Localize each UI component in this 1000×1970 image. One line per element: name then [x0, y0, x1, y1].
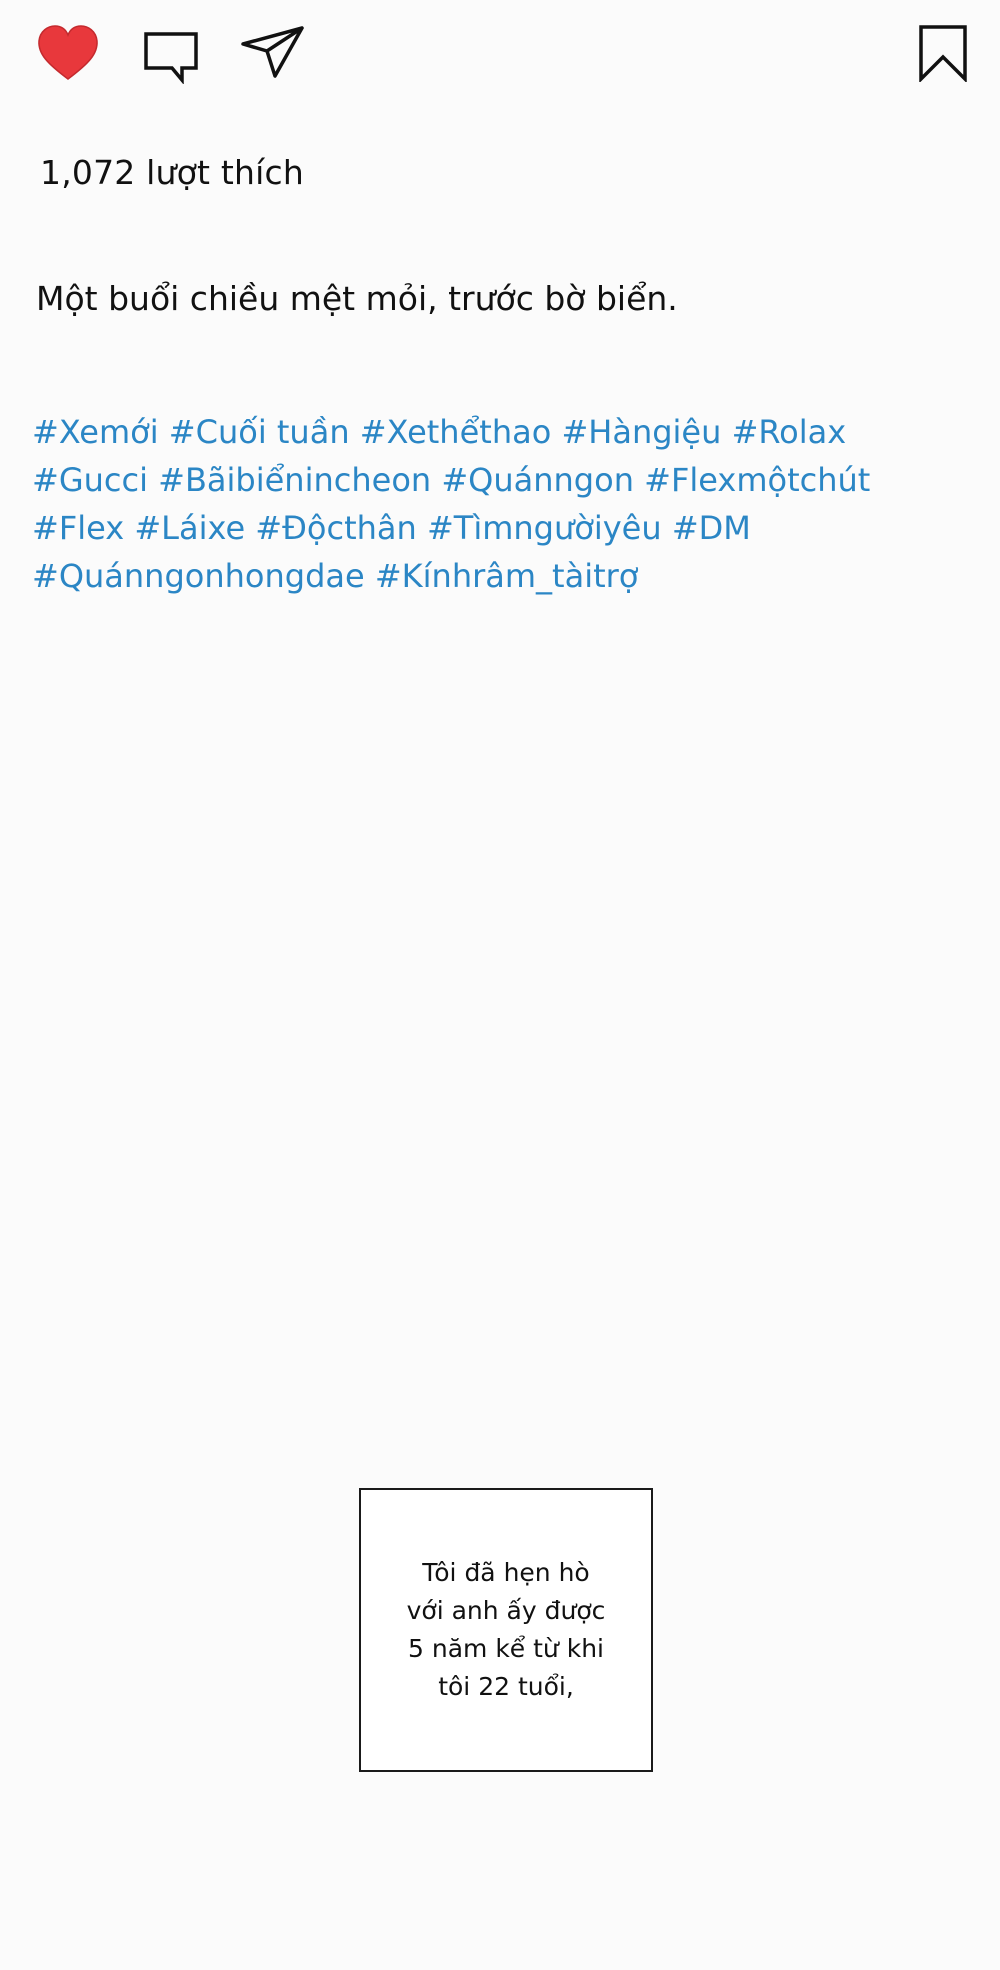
hashtag-link[interactable]: #Kínhrâm_tàitrợ	[375, 557, 639, 595]
hashtag-link[interactable]: #Xemới	[32, 413, 159, 451]
hashtag-link[interactable]: #Cuối tuần	[169, 413, 350, 451]
narration-box: Tôi đã hẹn hò với anh ấy được 5 năm kể t…	[359, 1488, 653, 1772]
hashtag-link[interactable]: #DM	[672, 509, 751, 547]
narration-line: Tôi đã hẹn hò	[422, 1558, 590, 1587]
hashtag-link[interactable]: #Hàngiệu	[561, 413, 721, 451]
hashtag-link[interactable]: #Tìmngườiyêu	[427, 509, 662, 547]
hashtag-link[interactable]: #Bãibiểnincheon	[158, 461, 431, 499]
hashtag-link[interactable]: #Xethểthao	[360, 413, 552, 451]
narration-line: tôi 22 tuổi,	[438, 1672, 574, 1701]
hashtag-link[interactable]: #Độcthân	[255, 509, 417, 547]
hashtag-link[interactable]: #Flexmộtchút	[644, 461, 870, 499]
hashtag-link[interactable]: #Gucci	[32, 461, 148, 499]
hashtag-link[interactable]: #Flex	[32, 509, 124, 547]
hashtag-link[interactable]: #Rolax	[732, 413, 847, 451]
hashtag-link[interactable]: #Quánngon	[441, 461, 634, 499]
like-count[interactable]: 1,072 lượt thích	[40, 153, 304, 192]
action-bar	[0, 0, 1000, 100]
bookmark-icon[interactable]	[918, 24, 968, 82]
narration-line: với anh ấy được	[406, 1596, 606, 1625]
comment-icon[interactable]	[142, 30, 200, 84]
send-icon[interactable]	[240, 24, 306, 80]
hashtag-link[interactable]: #Láixe	[134, 509, 245, 547]
hashtag-list: #Xemới #Cuối tuần #Xethểthao #Hàngiệu #R…	[32, 408, 962, 600]
post-caption: Một buổi chiều mệt mỏi, trước bờ biển.	[36, 279, 678, 318]
hashtag-link[interactable]: #Quánngonhongdae	[32, 557, 365, 595]
heart-icon[interactable]	[36, 24, 100, 82]
narration-line: 5 năm kể từ khi	[408, 1634, 604, 1663]
